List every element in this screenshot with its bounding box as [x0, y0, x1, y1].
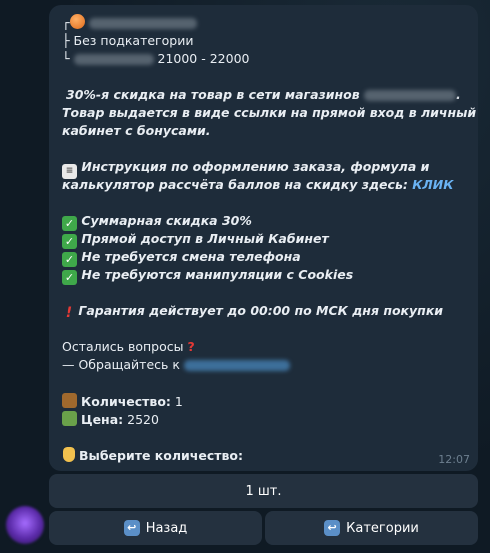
tree-corner: ┌ — [62, 15, 70, 30]
question-mark-icon: ? — [187, 339, 195, 354]
feature-item: ✓ Не требуется смена телефона — [62, 249, 301, 267]
money-icon — [62, 411, 77, 426]
description-line-3: кабинет с бонусами. — [62, 123, 211, 138]
instruction-link[interactable]: КЛИК — [412, 177, 453, 192]
description-line-1: 30%-я скидка на товар в сети магазинов . — [66, 87, 461, 102]
guarantee-line: ! Гарантия действует до 00:00 по МСК дня… — [65, 303, 444, 321]
questions-line: Остались вопросы ? — [62, 339, 195, 354]
header-subcategory-line: ├ Без подкатегории — [62, 33, 193, 49]
instruction-line-1: ≡ Инструкция по оформлению заказа, форму… — [62, 159, 429, 179]
description-line-2: Товар выдается в виде ссылки на прямой в… — [62, 105, 477, 120]
check-mark-icon: ✓ — [62, 234, 77, 249]
blurred-contact-link[interactable] — [183, 360, 290, 371]
blurred-store-name — [364, 90, 457, 101]
choose-quantity-line: Выберите количество: — [63, 447, 243, 464]
instruction-line-2: калькулятор рассчёта баллов на скидку зд… — [62, 177, 454, 192]
check-mark-icon: ✓ — [62, 270, 77, 285]
check-mark-icon: ✓ — [62, 252, 77, 267]
return-arrow-icon: ↩ — [324, 520, 341, 536]
tree-branch: ├ — [62, 33, 70, 48]
basketball-icon — [69, 14, 85, 29]
blurred-product-name — [73, 54, 154, 65]
contact-line: — Обращайтесь к — [62, 357, 290, 373]
pointing-down-icon — [63, 447, 75, 462]
price-value: 2520 — [127, 412, 159, 427]
header-category-line: ┌ — [62, 14, 197, 31]
exclamation-icon: ! — [65, 305, 73, 321]
quantity-line: Количество: 1 — [62, 393, 183, 410]
package-icon — [62, 393, 77, 408]
tree-end: └ — [62, 51, 70, 66]
price-line: Цена: 2520 — [62, 411, 159, 428]
blurred-category-name — [88, 18, 197, 29]
header-range-line: └ 21000 - 22000 — [62, 51, 250, 67]
quantity-1-button[interactable]: 1 шт. — [49, 474, 478, 508]
quantity-value: 1 — [174, 394, 183, 409]
return-arrow-icon: ↩ — [123, 520, 140, 536]
bot-avatar[interactable] — [6, 506, 44, 544]
back-button[interactable]: ↩ Назад — [49, 511, 262, 545]
feature-item: ✓ Не требуются манипуляции с Cookies — [62, 267, 353, 285]
message-timestamp: 12:07 — [438, 453, 470, 466]
feature-item: ✓ Прямой доступ в Личный Кабинет — [62, 231, 329, 249]
feature-item: ✓ Суммарная скидка 30% — [62, 213, 252, 231]
categories-button[interactable]: ↩ Категории — [265, 511, 478, 545]
subcategory-label: Без подкатегории — [73, 33, 194, 48]
price-range: 21000 - 22000 — [157, 51, 250, 66]
check-mark-icon: ✓ — [62, 216, 77, 231]
